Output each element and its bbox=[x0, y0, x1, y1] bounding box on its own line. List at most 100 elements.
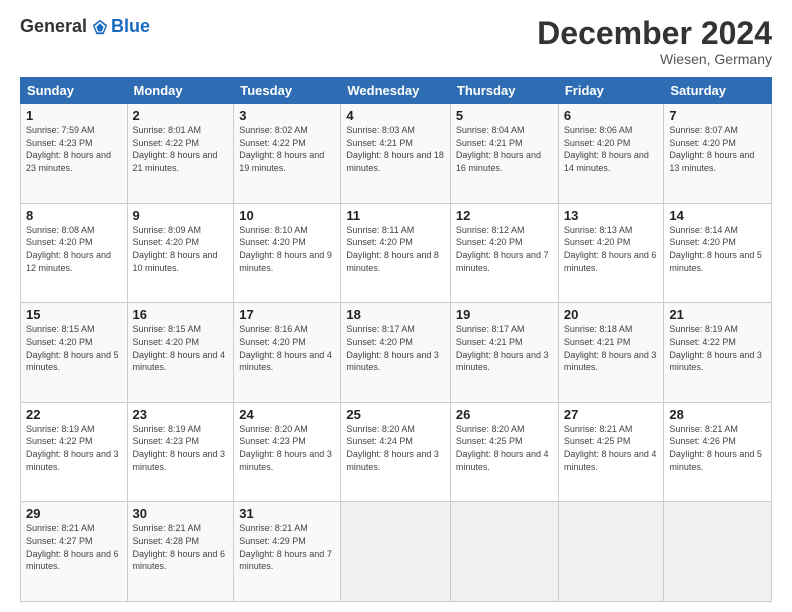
day-info: Sunrise: 8:17 AMSunset: 4:20 PMDaylight:… bbox=[346, 324, 439, 372]
calendar-cell: 31 Sunrise: 8:21 AMSunset: 4:29 PMDaylig… bbox=[234, 502, 341, 602]
day-number: 8 bbox=[26, 208, 122, 223]
calendar-cell: 3 Sunrise: 8:02 AMSunset: 4:22 PMDayligh… bbox=[234, 104, 341, 204]
day-number: 16 bbox=[133, 307, 229, 322]
day-number: 15 bbox=[26, 307, 122, 322]
day-number: 23 bbox=[133, 407, 229, 422]
day-info: Sunrise: 8:21 AMSunset: 4:29 PMDaylight:… bbox=[239, 523, 332, 571]
calendar-cell: 1 Sunrise: 7:59 AMSunset: 4:23 PMDayligh… bbox=[21, 104, 128, 204]
calendar-cell: 20 Sunrise: 8:18 AMSunset: 4:21 PMDaylig… bbox=[558, 303, 664, 403]
calendar-cell: 11 Sunrise: 8:11 AMSunset: 4:20 PMDaylig… bbox=[341, 203, 451, 303]
calendar-cell: 18 Sunrise: 8:17 AMSunset: 4:20 PMDaylig… bbox=[341, 303, 451, 403]
day-number: 29 bbox=[26, 506, 122, 521]
day-number: 20 bbox=[564, 307, 659, 322]
calendar-cell: 5 Sunrise: 8:04 AMSunset: 4:21 PMDayligh… bbox=[450, 104, 558, 204]
day-number: 24 bbox=[239, 407, 335, 422]
day-number: 30 bbox=[133, 506, 229, 521]
day-info: Sunrise: 8:09 AMSunset: 4:20 PMDaylight:… bbox=[133, 225, 218, 273]
day-number: 5 bbox=[456, 108, 553, 123]
day-number: 3 bbox=[239, 108, 335, 123]
day-info: Sunrise: 8:21 AMSunset: 4:28 PMDaylight:… bbox=[133, 523, 226, 571]
day-info: Sunrise: 8:13 AMSunset: 4:20 PMDaylight:… bbox=[564, 225, 657, 273]
logo: General Blue bbox=[20, 16, 150, 37]
calendar-cell: 10 Sunrise: 8:10 AMSunset: 4:20 PMDaylig… bbox=[234, 203, 341, 303]
day-info: Sunrise: 8:19 AMSunset: 4:22 PMDaylight:… bbox=[669, 324, 762, 372]
calendar-cell: 12 Sunrise: 8:12 AMSunset: 4:20 PMDaylig… bbox=[450, 203, 558, 303]
day-number: 28 bbox=[669, 407, 766, 422]
day-number: 14 bbox=[669, 208, 766, 223]
day-header-sunday: Sunday bbox=[21, 78, 128, 104]
day-info: Sunrise: 8:17 AMSunset: 4:21 PMDaylight:… bbox=[456, 324, 549, 372]
logo-blue-text: Blue bbox=[111, 16, 150, 37]
week-row-3: 15 Sunrise: 8:15 AMSunset: 4:20 PMDaylig… bbox=[21, 303, 772, 403]
day-number: 12 bbox=[456, 208, 553, 223]
calendar-cell bbox=[664, 502, 772, 602]
day-header-thursday: Thursday bbox=[450, 78, 558, 104]
calendar-cell: 29 Sunrise: 8:21 AMSunset: 4:27 PMDaylig… bbox=[21, 502, 128, 602]
day-info: Sunrise: 8:19 AMSunset: 4:22 PMDaylight:… bbox=[26, 424, 119, 472]
calendar-cell: 15 Sunrise: 8:15 AMSunset: 4:20 PMDaylig… bbox=[21, 303, 128, 403]
day-info: Sunrise: 8:06 AMSunset: 4:20 PMDaylight:… bbox=[564, 125, 649, 173]
day-number: 1 bbox=[26, 108, 122, 123]
day-header-tuesday: Tuesday bbox=[234, 78, 341, 104]
day-info: Sunrise: 8:19 AMSunset: 4:23 PMDaylight:… bbox=[133, 424, 226, 472]
day-number: 4 bbox=[346, 108, 445, 123]
week-row-2: 8 Sunrise: 8:08 AMSunset: 4:20 PMDayligh… bbox=[21, 203, 772, 303]
day-number: 17 bbox=[239, 307, 335, 322]
calendar-header-row: SundayMondayTuesdayWednesdayThursdayFrid… bbox=[21, 78, 772, 104]
calendar-cell: 9 Sunrise: 8:09 AMSunset: 4:20 PMDayligh… bbox=[127, 203, 234, 303]
day-info: Sunrise: 8:20 AMSunset: 4:25 PMDaylight:… bbox=[456, 424, 549, 472]
day-number: 26 bbox=[456, 407, 553, 422]
calendar-cell: 4 Sunrise: 8:03 AMSunset: 4:21 PMDayligh… bbox=[341, 104, 451, 204]
day-info: Sunrise: 7:59 AMSunset: 4:23 PMDaylight:… bbox=[26, 125, 111, 173]
calendar-cell: 21 Sunrise: 8:19 AMSunset: 4:22 PMDaylig… bbox=[664, 303, 772, 403]
calendar-cell: 30 Sunrise: 8:21 AMSunset: 4:28 PMDaylig… bbox=[127, 502, 234, 602]
calendar-cell: 27 Sunrise: 8:21 AMSunset: 4:25 PMDaylig… bbox=[558, 402, 664, 502]
day-number: 7 bbox=[669, 108, 766, 123]
calendar-cell bbox=[558, 502, 664, 602]
calendar-cell bbox=[341, 502, 451, 602]
day-number: 21 bbox=[669, 307, 766, 322]
calendar-cell bbox=[450, 502, 558, 602]
title-section: December 2024 Wiesen, Germany bbox=[537, 16, 772, 67]
logo-general-text: General bbox=[20, 16, 87, 37]
day-number: 18 bbox=[346, 307, 445, 322]
month-title: December 2024 bbox=[537, 16, 772, 51]
calendar-cell: 23 Sunrise: 8:19 AMSunset: 4:23 PMDaylig… bbox=[127, 402, 234, 502]
calendar-cell: 13 Sunrise: 8:13 AMSunset: 4:20 PMDaylig… bbox=[558, 203, 664, 303]
day-number: 13 bbox=[564, 208, 659, 223]
day-info: Sunrise: 8:21 AMSunset: 4:27 PMDaylight:… bbox=[26, 523, 119, 571]
day-info: Sunrise: 8:18 AMSunset: 4:21 PMDaylight:… bbox=[564, 324, 657, 372]
calendar: SundayMondayTuesdayWednesdayThursdayFrid… bbox=[20, 77, 772, 602]
day-info: Sunrise: 8:04 AMSunset: 4:21 PMDaylight:… bbox=[456, 125, 541, 173]
day-number: 22 bbox=[26, 407, 122, 422]
day-info: Sunrise: 8:15 AMSunset: 4:20 PMDaylight:… bbox=[133, 324, 226, 372]
day-number: 11 bbox=[346, 208, 445, 223]
day-info: Sunrise: 8:12 AMSunset: 4:20 PMDaylight:… bbox=[456, 225, 549, 273]
day-number: 2 bbox=[133, 108, 229, 123]
day-number: 19 bbox=[456, 307, 553, 322]
day-info: Sunrise: 8:02 AMSunset: 4:22 PMDaylight:… bbox=[239, 125, 324, 173]
calendar-cell: 2 Sunrise: 8:01 AMSunset: 4:22 PMDayligh… bbox=[127, 104, 234, 204]
calendar-cell: 22 Sunrise: 8:19 AMSunset: 4:22 PMDaylig… bbox=[21, 402, 128, 502]
calendar-cell: 8 Sunrise: 8:08 AMSunset: 4:20 PMDayligh… bbox=[21, 203, 128, 303]
logo-flag-icon bbox=[91, 18, 109, 36]
subtitle: Wiesen, Germany bbox=[537, 51, 772, 67]
day-info: Sunrise: 8:21 AMSunset: 4:25 PMDaylight:… bbox=[564, 424, 657, 472]
day-info: Sunrise: 8:21 AMSunset: 4:26 PMDaylight:… bbox=[669, 424, 762, 472]
week-row-4: 22 Sunrise: 8:19 AMSunset: 4:22 PMDaylig… bbox=[21, 402, 772, 502]
calendar-cell: 6 Sunrise: 8:06 AMSunset: 4:20 PMDayligh… bbox=[558, 104, 664, 204]
day-number: 10 bbox=[239, 208, 335, 223]
day-info: Sunrise: 8:14 AMSunset: 4:20 PMDaylight:… bbox=[669, 225, 762, 273]
day-number: 31 bbox=[239, 506, 335, 521]
day-info: Sunrise: 8:10 AMSunset: 4:20 PMDaylight:… bbox=[239, 225, 332, 273]
calendar-cell: 14 Sunrise: 8:14 AMSunset: 4:20 PMDaylig… bbox=[664, 203, 772, 303]
day-header-saturday: Saturday bbox=[664, 78, 772, 104]
day-info: Sunrise: 8:20 AMSunset: 4:24 PMDaylight:… bbox=[346, 424, 439, 472]
day-info: Sunrise: 8:15 AMSunset: 4:20 PMDaylight:… bbox=[26, 324, 119, 372]
day-info: Sunrise: 8:08 AMSunset: 4:20 PMDaylight:… bbox=[26, 225, 111, 273]
day-number: 25 bbox=[346, 407, 445, 422]
week-row-5: 29 Sunrise: 8:21 AMSunset: 4:27 PMDaylig… bbox=[21, 502, 772, 602]
calendar-cell: 25 Sunrise: 8:20 AMSunset: 4:24 PMDaylig… bbox=[341, 402, 451, 502]
calendar-cell: 26 Sunrise: 8:20 AMSunset: 4:25 PMDaylig… bbox=[450, 402, 558, 502]
day-number: 6 bbox=[564, 108, 659, 123]
